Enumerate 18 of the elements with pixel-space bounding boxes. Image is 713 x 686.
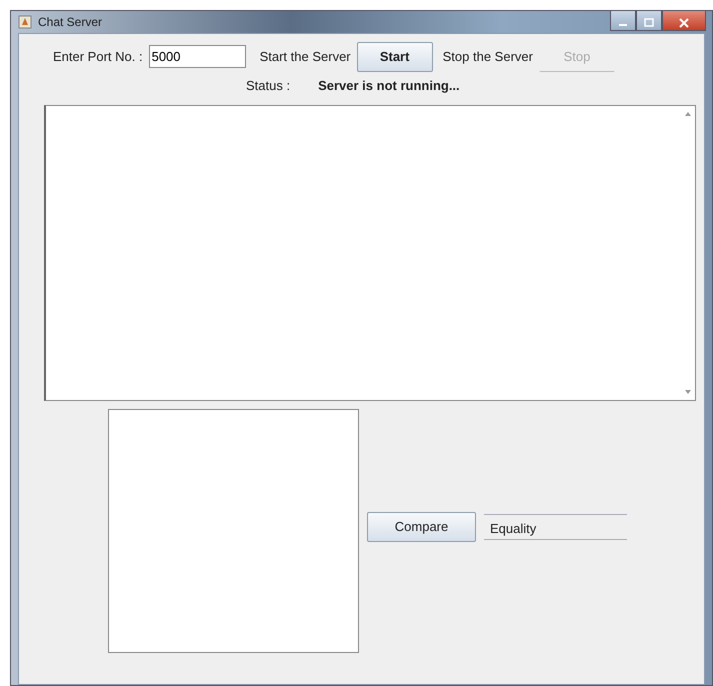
result-field: Equality: [484, 514, 627, 540]
window-title: Chat Server: [38, 14, 102, 31]
start-label: Start the Server: [260, 48, 351, 66]
minimize-button[interactable]: [610, 11, 636, 31]
app-icon: [18, 15, 32, 29]
status-label: Status :: [246, 76, 290, 94]
stop-label: Stop the Server: [442, 48, 533, 66]
maximize-button[interactable]: [636, 11, 662, 31]
close-button[interactable]: [662, 11, 706, 31]
close-icon: [679, 18, 689, 28]
status-text: Server is not running...: [318, 76, 460, 95]
compare-button[interactable]: Compare: [367, 512, 476, 542]
maximize-icon: [644, 18, 654, 28]
scroll-down-icon[interactable]: [685, 390, 691, 394]
port-input[interactable]: 5000: [148, 45, 246, 68]
port-label: Enter Port No. :: [53, 48, 143, 66]
start-button[interactable]: Start: [356, 42, 433, 72]
scroll-up-icon[interactable]: [685, 112, 691, 116]
